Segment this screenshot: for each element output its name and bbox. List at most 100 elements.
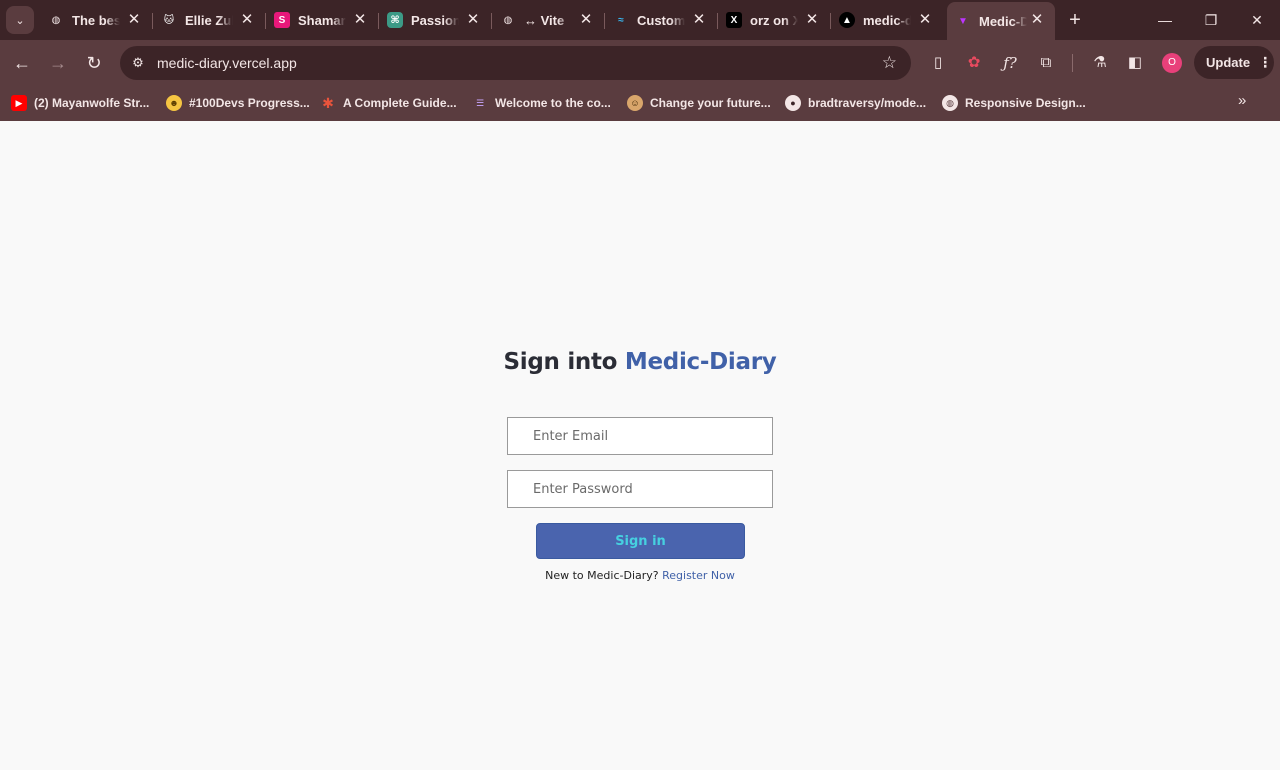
youtube-icon: ▶ (11, 95, 27, 111)
bookmarks-bar: ▶ (2) Mayanwolfe Str... ☻ #100Devs Progr… (0, 86, 1280, 121)
reload-icon: ↻ (86, 53, 102, 73)
tab-orz-on-x[interactable]: X orz on X ✕ (718, 4, 831, 36)
brand-name: Medic-Diary (624, 349, 777, 375)
tab-title: Custom (637, 12, 685, 28)
close-icon[interactable]: ✕ (578, 12, 594, 28)
back-button[interactable]: ← (10, 51, 34, 75)
grin-emoji-icon: ☻ (166, 95, 182, 111)
close-icon[interactable]: ✕ (1029, 12, 1045, 28)
bookmark-item[interactable]: ▶ (2) Mayanwolfe Str... (11, 92, 149, 114)
bookmark-label: (2) Mayanwolfe Str... (34, 96, 150, 110)
asterisk-icon: ✱ (322, 94, 334, 111)
minimize-button[interactable]: — (1153, 8, 1177, 32)
tab-strip: ⌄ ◍ The best ✕ 🐱 Ellie Zul ✕ S Shamar ✕ … (0, 0, 1280, 40)
close-icon[interactable]: ✕ (691, 12, 707, 28)
arrow-left-icon: ← (13, 53, 31, 73)
tab-title: Passion (411, 12, 459, 28)
close-icon[interactable]: ✕ (917, 12, 933, 28)
tab-custom[interactable]: ≈ Custom ✕ (605, 4, 718, 36)
bookmark-item[interactable]: ✱ A Complete Guide... (320, 92, 457, 114)
color-picker-extension-icon[interactable]: ✿ (964, 53, 984, 73)
sign-in-button[interactable]: Sign in (536, 523, 745, 559)
bookmark-item[interactable]: ☰ Welcome to the co... (472, 92, 611, 114)
email-input[interactable] (507, 417, 773, 455)
bookmark-label: Change your future... (650, 96, 771, 110)
extensions-puzzle-icon[interactable]: ⧉ (1036, 53, 1056, 73)
tab-title: Ellie Zul (185, 12, 233, 28)
cat-icon: 🐱 (163, 14, 175, 26)
font-extension-icon[interactable]: ƒ? (1000, 53, 1020, 73)
close-icon[interactable]: ✕ (126, 12, 142, 28)
bookmark-label: Responsive Design... (965, 96, 1086, 110)
bookmark-item[interactable]: ● bradtraversy/mode... (785, 92, 926, 114)
page-content: Sign into Medic-Diary Sign in New to Med… (0, 121, 1280, 770)
close-icon[interactable]: ✕ (804, 12, 820, 28)
labs-flask-icon[interactable]: ⚗ (1090, 53, 1110, 73)
address-bar[interactable]: ⚙ medic-diary.vercel.app ☆ (120, 46, 911, 80)
github-icon: ● (785, 95, 801, 111)
globe-icon: ◍ (51, 14, 61, 26)
minimize-icon: — (1158, 12, 1172, 28)
tab-vite[interactable]: ◍ ↔ Vite ✕ (492, 4, 605, 36)
bookmark-label: A Complete Guide... (343, 96, 457, 110)
vercel-icon: ▲ (839, 12, 855, 28)
password-input[interactable] (507, 470, 773, 508)
register-prompt: New to Medic-Diary? Register Now (0, 569, 1280, 582)
address-url[interactable]: medic-diary.vercel.app (157, 55, 297, 71)
s-logo-icon: S (274, 12, 290, 28)
tailwind-icon: ≈ (618, 14, 624, 26)
close-icon[interactable]: ✕ (352, 12, 368, 28)
site-settings-icon[interactable]: ⚙ (128, 55, 148, 71)
tab-title: Shamar (298, 12, 346, 28)
tab-title: The best (72, 12, 120, 28)
plus-icon: + (1069, 9, 1081, 31)
globe-icon: ◍ (503, 14, 513, 26)
globe-icon: ◍ (942, 95, 958, 111)
register-text: New to Medic-Diary? (545, 569, 659, 582)
update-label: Update (1206, 55, 1251, 70)
more-vert-icon: ⋮ (1258, 54, 1273, 70)
tab-title: orz on X (750, 12, 798, 28)
restore-icon: ❐ (1204, 12, 1218, 28)
tab-medic-d-vercel[interactable]: ▲ medic-d ✕ (831, 4, 943, 36)
register-link[interactable]: Register Now (662, 569, 735, 582)
side-panel-icon[interactable]: ◧ (1125, 53, 1145, 73)
arrow-right-icon: → (49, 53, 67, 73)
browser-toolbar: ← → ↻ ⚙ medic-diary.vercel.app ☆ ▯ ✿ ƒ? … (0, 40, 1280, 86)
vite-icon: ▼ (958, 15, 968, 27)
phone-icon[interactable]: ▯ (928, 53, 948, 73)
close-icon[interactable]: ✕ (465, 12, 481, 28)
x-logo-icon: X (726, 12, 742, 28)
reload-button[interactable]: ↻ (82, 51, 106, 75)
bookmarks-overflow-chevron-icon[interactable]: » (1238, 92, 1246, 109)
forward-button[interactable]: → (46, 51, 70, 75)
tab-medic-diary-active[interactable]: ▼ Medic-D ✕ (947, 2, 1055, 40)
page-title: Sign into Medic-Diary (0, 349, 1280, 375)
bookmark-item[interactable]: ☻ #100Devs Progress... (166, 92, 310, 114)
tab-title: ↔ Vite (524, 12, 565, 28)
stack-icon: ☰ (475, 97, 485, 108)
avatar-icon: ☺ (627, 95, 643, 111)
tab-title: Medic-D (979, 13, 1027, 29)
tab-search-button[interactable]: ⌄ (6, 6, 34, 34)
openai-icon: ⌘ (387, 12, 403, 28)
update-button[interactable]: Update ⋮ (1194, 46, 1274, 79)
tab-the-best[interactable]: ◍ The best ✕ (40, 4, 153, 36)
profile-avatar[interactable]: O (1162, 53, 1182, 73)
close-window-button[interactable]: ✕ (1245, 8, 1269, 32)
tab-title: medic-d (863, 12, 911, 28)
bookmark-label: Welcome to the co... (495, 96, 611, 110)
close-icon[interactable]: ✕ (239, 12, 255, 28)
new-tab-button[interactable]: + (1064, 9, 1086, 31)
chevron-down-icon: ⌄ (15, 14, 25, 27)
tab-ellie-zul[interactable]: 🐱 Ellie Zul ✕ (153, 4, 266, 36)
tab-shamar[interactable]: S Shamar ✕ (266, 4, 379, 36)
bookmark-label: bradtraversy/mode... (808, 96, 927, 110)
tab-passion[interactable]: ⌘ Passion ✕ (379, 4, 492, 36)
bookmark-item[interactable]: ◍ Responsive Design... (942, 92, 1086, 114)
bookmark-star-icon[interactable]: ☆ (882, 53, 897, 73)
bookmark-label: #100Devs Progress... (189, 96, 310, 110)
bookmark-item[interactable]: ☺ Change your future... (627, 92, 771, 114)
restore-button[interactable]: ❐ (1199, 8, 1223, 32)
heading-prefix: Sign into (503, 349, 618, 375)
